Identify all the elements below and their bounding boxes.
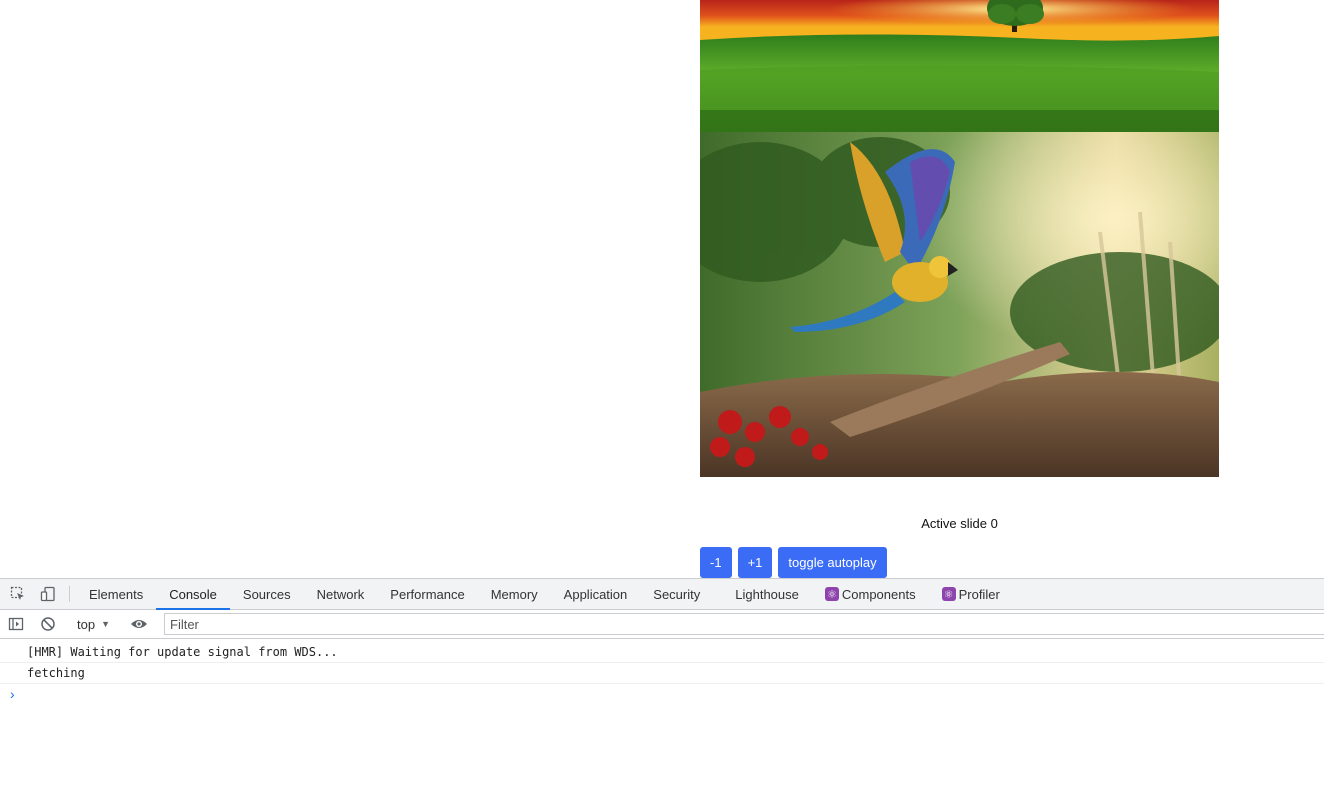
- tab-label: Performance: [390, 586, 465, 602]
- tab-performance[interactable]: Performance: [377, 579, 477, 609]
- tab-label: Components: [841, 586, 916, 602]
- tab-lighthouse[interactable]: Lighthouse: [713, 579, 812, 609]
- tab-label: Application: [563, 586, 628, 602]
- devtools-panel: Elements Console Sources Network Perform…: [0, 578, 1324, 807]
- tab-label: Memory: [490, 586, 538, 602]
- next-slide-button[interactable]: +1: [737, 547, 773, 578]
- tab-console[interactable]: Console: [156, 579, 230, 610]
- tab-label: Console: [169, 586, 217, 602]
- tab-profiler[interactable]: ⚛ Profiler: [929, 579, 1013, 609]
- active-slide-indicator: Active slide 0: [921, 516, 998, 531]
- inspect-element-icon[interactable]: [3, 579, 33, 609]
- devtools-tabbar: Elements Console Sources Network Perform…: [0, 579, 1324, 610]
- slider-controls: -1 +1 toggle autoplay: [700, 547, 887, 578]
- react-atom-icon: ⚛: [824, 587, 839, 601]
- console-prompt[interactable]: ›: [0, 684, 1324, 704]
- clear-console-icon[interactable]: [32, 616, 64, 632]
- prev-slide-button[interactable]: -1: [700, 547, 732, 578]
- console-message: fetching: [0, 663, 1324, 684]
- show-sidebar-icon[interactable]: [0, 616, 32, 632]
- tab-label: Network: [316, 586, 365, 602]
- context-value: top: [77, 616, 96, 632]
- prompt-chevron-icon: ›: [10, 686, 15, 702]
- tab-application[interactable]: Application: [551, 579, 641, 609]
- tab-network[interactable]: Network: [304, 579, 378, 609]
- device-toolbar-icon[interactable]: [33, 579, 63, 609]
- tab-label: Lighthouse: [735, 586, 799, 602]
- react-atom-icon: ⚛: [941, 587, 956, 601]
- slide-image-sunset: [700, 0, 1219, 132]
- dropdown-arrow-icon: ▼: [101, 619, 110, 629]
- slide-image-parrot: [700, 132, 1219, 477]
- console-messages: [HMR] Waiting for update signal from WDS…: [0, 642, 1324, 704]
- live-expression-eye-icon[interactable]: [123, 616, 155, 632]
- tab-label: Profiler: [958, 586, 1000, 602]
- tab-label: Sources: [242, 586, 291, 602]
- tab-components[interactable]: ⚛ Components: [812, 579, 929, 609]
- console-message: [HMR] Waiting for update signal from WDS…: [0, 642, 1324, 663]
- tab-label: Elements: [89, 586, 144, 602]
- context-selector[interactable]: top ▼: [69, 617, 118, 632]
- toolbar-divider: [69, 586, 70, 602]
- tab-label: Security: [653, 586, 701, 602]
- console-toolbar: top ▼: [0, 610, 1324, 639]
- console-filter-input[interactable]: [164, 613, 1324, 635]
- page-viewport: Active slide 0 -1 +1 toggle autoplay: [0, 0, 1324, 578]
- toggle-autoplay-button[interactable]: toggle autoplay: [778, 547, 887, 578]
- tab-security[interactable]: Security: [640, 579, 713, 609]
- tab-sources[interactable]: Sources: [230, 579, 304, 609]
- tab-memory[interactable]: Memory: [478, 579, 551, 609]
- tab-elements[interactable]: Elements: [76, 579, 156, 609]
